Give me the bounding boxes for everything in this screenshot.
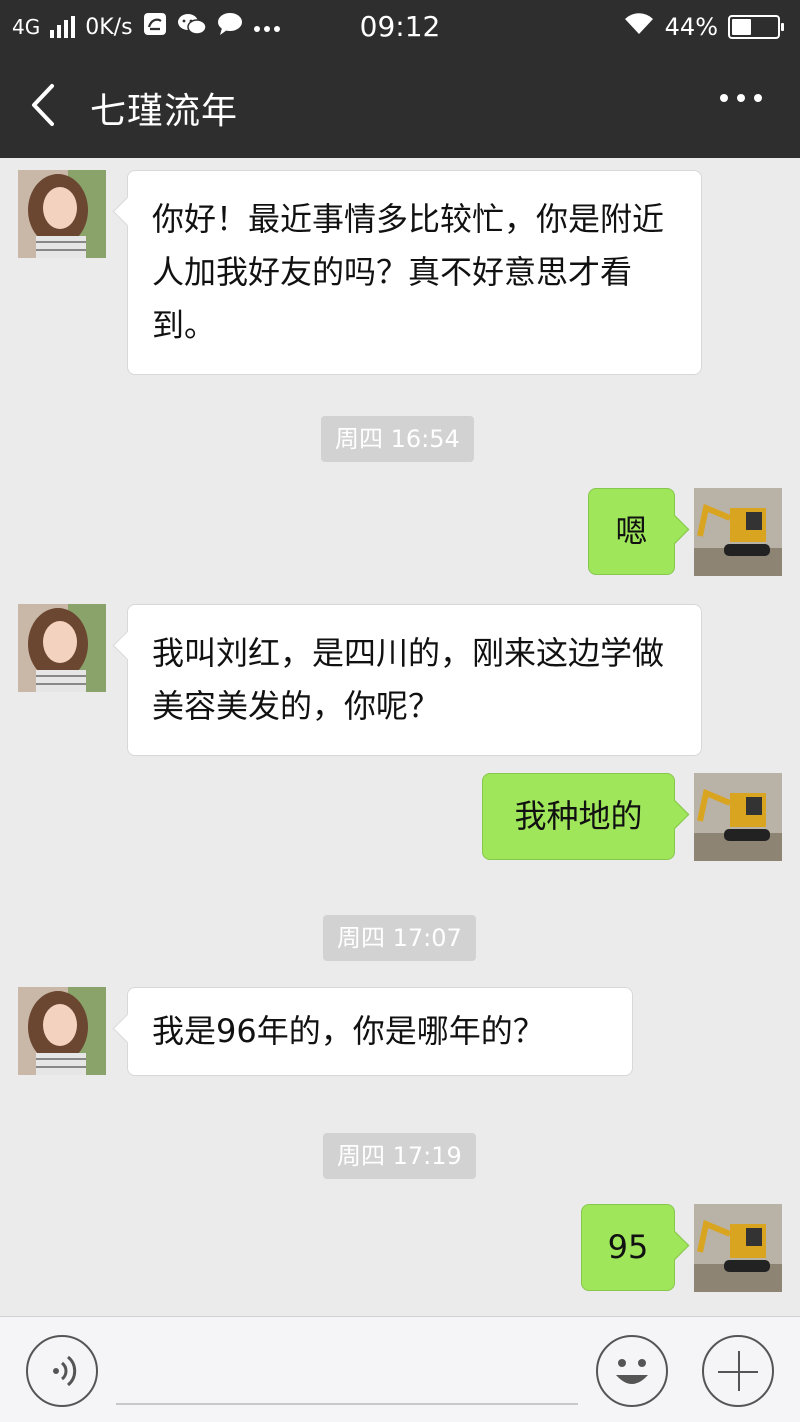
outgoing-message[interactable]: 我种地的 — [482, 773, 675, 860]
outgoing-message[interactable]: 嗯 — [588, 488, 675, 575]
outgoing-message[interactable]: 95 — [581, 1204, 675, 1291]
contact-avatar[interactable] — [18, 987, 106, 1075]
message-timestamp: 周四 17:07 — [323, 915, 476, 961]
incoming-message[interactable]: 我叫刘红，是四川的，刚来这边学做美容美发的，你呢？ — [127, 604, 702, 756]
status-bar: 4G 0K/s 09:12 44% — [0, 0, 800, 52]
incoming-message[interactable]: 你好！最近事情多比较忙，你是附近人加我好友的吗？真不好意思才看到。 — [127, 170, 702, 375]
more-dots-icon[interactable] — [720, 94, 762, 102]
chevron-left-icon[interactable] — [26, 82, 66, 128]
chat-title: 七瑾流年 — [90, 91, 239, 132]
plus-icon[interactable] — [702, 1335, 774, 1407]
wifi-icon — [623, 12, 655, 42]
battery-percent: 44% — [664, 13, 718, 41]
message-input[interactable] — [116, 1403, 578, 1405]
input-bar — [0, 1316, 800, 1422]
user-avatar[interactable] — [694, 773, 782, 861]
contact-avatar[interactable] — [18, 170, 106, 258]
emoji-icon[interactable] — [596, 1335, 668, 1407]
battery-icon — [728, 15, 784, 39]
voice-icon[interactable] — [26, 1335, 98, 1407]
contact-avatar[interactable] — [18, 604, 106, 692]
user-avatar[interactable] — [694, 1204, 782, 1292]
message-list[interactable]: 你好！最近事情多比较忙，你是附近人加我好友的吗？真不好意思才看到。 周四 16:… — [0, 158, 800, 1316]
incoming-message[interactable]: 我是96年的，你是哪年的？ — [127, 987, 633, 1076]
message-timestamp: 周四 16:54 — [321, 416, 474, 462]
chat-header: 七瑾流年 — [0, 52, 800, 158]
message-timestamp: 周四 17:19 — [323, 1133, 476, 1179]
user-avatar[interactable] — [694, 488, 782, 576]
